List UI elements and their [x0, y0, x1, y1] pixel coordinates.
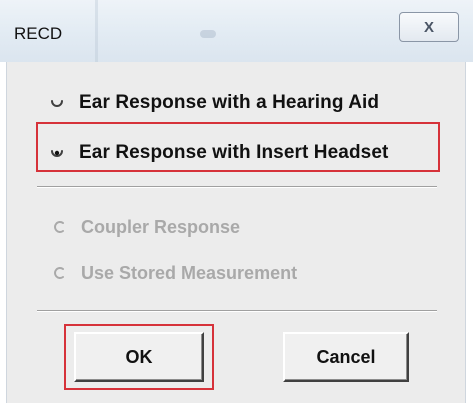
title-bar[interactable]: RECD X — [0, 0, 473, 62]
radio-label: Ear Response with a Hearing Aid — [79, 92, 380, 113]
radio-option-stored-measurement: Use Stored Measurement — [51, 258, 297, 288]
titlebar-decoration — [95, 0, 98, 62]
dialog-body: Ear Response with a Hearing Aid Ear Resp… — [6, 62, 466, 403]
titlebar-decoration — [200, 30, 216, 38]
radio-option-hearing-aid[interactable]: Ear Response with a Hearing Aid — [49, 88, 379, 118]
separator — [37, 186, 437, 188]
close-button[interactable]: X — [399, 12, 459, 42]
cancel-button[interactable]: Cancel — [283, 332, 409, 382]
close-icon: X — [423, 18, 434, 36]
radio-button-disabled-icon — [51, 265, 67, 281]
highlight-box-insert-headset — [36, 122, 440, 172]
highlight-box-ok — [64, 324, 214, 390]
radio-button-unselected-icon[interactable] — [49, 95, 65, 111]
radio-option-coupler: Coupler Response — [51, 212, 240, 242]
radio-label: Use Stored Measurement — [81, 262, 298, 283]
recd-dialog: RECD X Ear Response with a Hearing Aid E… — [0, 0, 473, 403]
radio-label: Coupler Response — [81, 216, 241, 237]
radio-button-disabled-icon — [51, 219, 67, 235]
window-title: RECD — [14, 24, 63, 43]
separator — [37, 310, 437, 312]
